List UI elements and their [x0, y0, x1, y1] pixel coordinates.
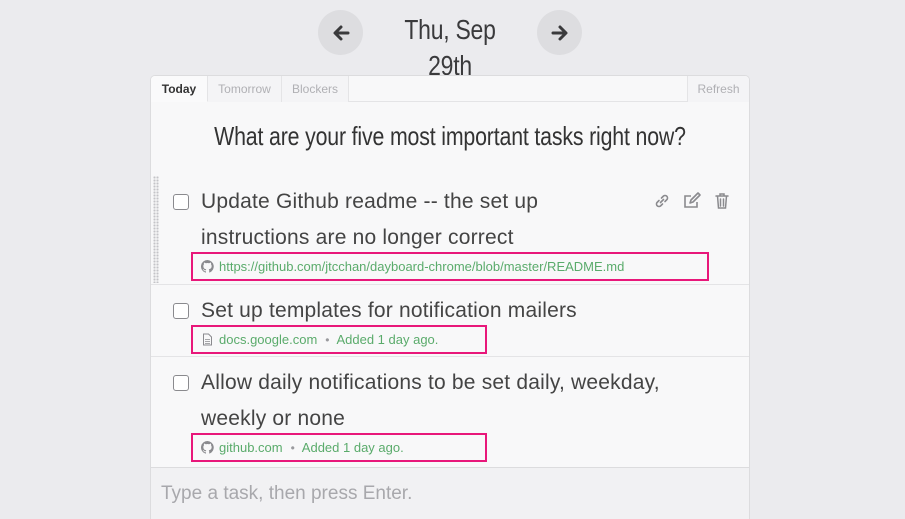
task-added-time: Added 1 day ago. — [301, 439, 404, 455]
task-meta-box: docs.google.com • Added 1 day ago. — [191, 325, 487, 354]
task-card: Today Tomorrow Blockers Refresh What are… — [150, 75, 750, 519]
document-icon — [201, 333, 214, 346]
task-checkbox[interactable] — [173, 303, 189, 319]
tab-tomorrow[interactable]: Tomorrow — [208, 76, 282, 102]
arrow-right-icon — [551, 25, 567, 40]
task-checkbox[interactable] — [173, 375, 189, 391]
github-icon — [201, 260, 214, 273]
prompt-heading: What are your five most important tasks … — [214, 121, 686, 151]
task-meta-box: https://github.com/jtcchan/dayboard-chro… — [191, 252, 709, 281]
task-source-link[interactable]: github.com — [219, 436, 283, 460]
github-icon — [201, 441, 214, 454]
new-task-input[interactable] — [151, 468, 749, 519]
task-added-time: Added 1 day ago. — [336, 331, 439, 347]
current-date: Thu, Sep 29th — [404, 14, 496, 81]
task-item: Update Github readme -- the set up instr… — [151, 176, 749, 285]
task-meta-box: github.com • Added 1 day ago. — [191, 433, 487, 462]
edit-icon[interactable] — [681, 190, 703, 212]
task-checkbox[interactable] — [173, 194, 189, 210]
separator-dot: • — [290, 440, 295, 455]
task-item: Set up templates for notification mailer… — [151, 285, 749, 357]
task-item: Allow daily notifications to be set dail… — [151, 357, 749, 467]
tab-blockers[interactable]: Blockers — [282, 76, 349, 102]
task-text[interactable]: Update Github readme -- the set up instr… — [201, 184, 641, 256]
previous-day-button[interactable] — [318, 10, 363, 55]
separator-dot: • — [325, 332, 330, 347]
date-navigation: Thu, Sep 29th — [0, 0, 905, 81]
tab-today[interactable]: Today — [151, 76, 208, 102]
task-source-link[interactable]: https://github.com/jtcchan/dayboard-chro… — [219, 255, 624, 279]
new-task-area — [151, 467, 749, 519]
link-icon[interactable] — [651, 190, 673, 212]
refresh-button[interactable]: Refresh — [687, 76, 749, 102]
next-day-button[interactable] — [537, 10, 582, 55]
tab-bar: Today Tomorrow Blockers Refresh — [151, 76, 749, 102]
task-source-link[interactable]: docs.google.com — [219, 328, 317, 352]
task-text[interactable]: Set up templates for notification mailer… — [201, 293, 641, 329]
task-actions — [651, 190, 733, 212]
trash-icon[interactable] — [711, 190, 733, 212]
task-text[interactable]: Allow daily notifications to be set dail… — [201, 365, 681, 437]
arrow-left-icon — [333, 25, 349, 40]
